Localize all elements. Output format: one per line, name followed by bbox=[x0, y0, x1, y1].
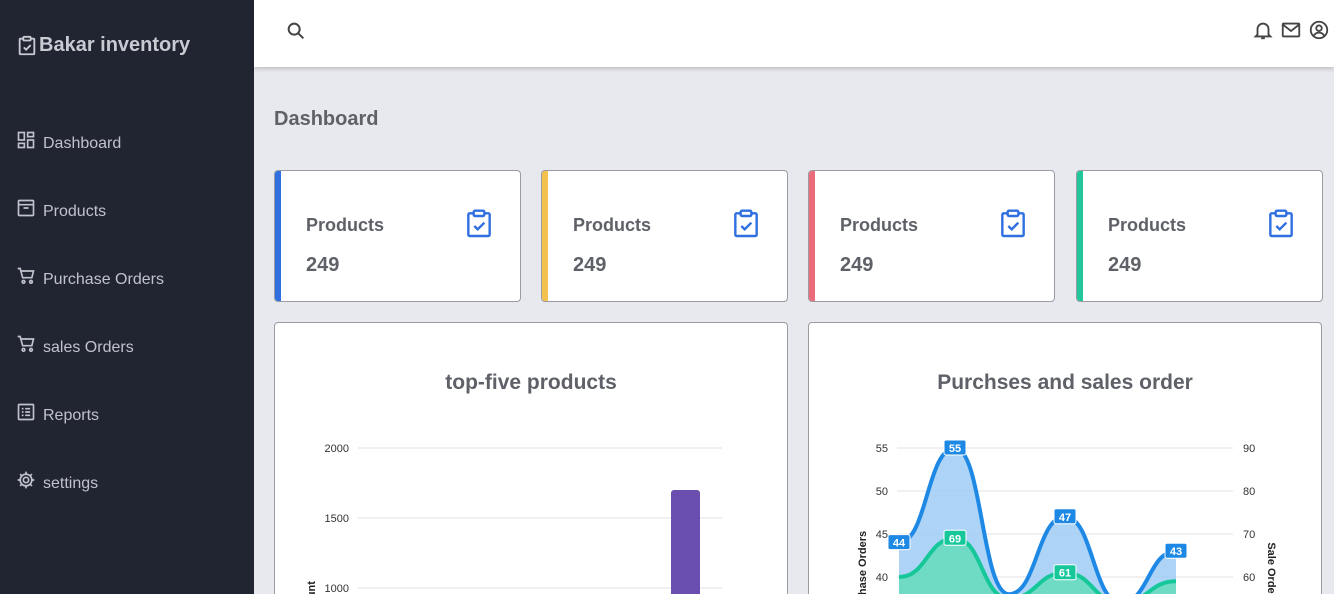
gear-icon bbox=[16, 470, 36, 490]
left-tick-label: 55 bbox=[876, 443, 888, 455]
card-value: 249 bbox=[306, 254, 340, 276]
sidebar-item-label: Dashboard bbox=[43, 135, 122, 152]
left-tick-label: 45 bbox=[876, 529, 888, 541]
brand[interactable]: Bakar inventory bbox=[16, 34, 190, 57]
card-accent bbox=[809, 171, 815, 301]
sidebar-item-dashboard[interactable]: Dashboard bbox=[16, 131, 122, 154]
page-title: Dashboard bbox=[274, 108, 379, 130]
top-bar bbox=[254, 0, 1334, 67]
card-title: Products bbox=[840, 215, 919, 235]
y-tick-label: 1000 bbox=[325, 583, 349, 594]
card-title: Products bbox=[306, 215, 385, 235]
report-icon bbox=[16, 402, 36, 422]
sidebar-item-label: Purchase Orders bbox=[43, 271, 164, 288]
clipboard-check-icon bbox=[997, 208, 1029, 240]
sidebar-item-label: Reports bbox=[43, 407, 100, 424]
left-axis-label: hase Orders bbox=[857, 531, 869, 594]
stat-card[interactable]: Products 249 bbox=[274, 170, 521, 302]
sidebar-item-reports[interactable]: Reports bbox=[16, 403, 100, 426]
data-label: 55 bbox=[949, 443, 961, 455]
clipboard-check-icon bbox=[463, 208, 495, 240]
purchases-sales-chart: 55 90 50 80 45 70 40 60 hase Orders Sale Orde 44 55… bbox=[857, 439, 1277, 594]
sidebar-item-label: sales Orders bbox=[43, 339, 134, 356]
dashboard-icon bbox=[16, 130, 36, 150]
clipboard-check-icon bbox=[1265, 208, 1297, 240]
card-title: Products bbox=[1108, 215, 1187, 235]
clipboard-check-icon bbox=[730, 208, 762, 240]
cart-icon bbox=[16, 266, 36, 286]
stat-card[interactable]: Products 249 bbox=[1076, 170, 1323, 302]
cart-icon bbox=[16, 334, 36, 354]
app-name: Bakar inventory bbox=[39, 34, 191, 56]
data-label: 44 bbox=[893, 538, 906, 550]
top-icons bbox=[1252, 19, 1330, 41]
sidebar-item-settings[interactable]: settings bbox=[16, 471, 99, 494]
data-label: 61 bbox=[1059, 568, 1071, 580]
card-accent bbox=[275, 171, 281, 301]
card-value: 249 bbox=[1108, 254, 1142, 276]
right-tick-label: 70 bbox=[1243, 529, 1255, 541]
sidebar-item-purchase-orders[interactable]: Purchase Orders bbox=[16, 267, 164, 290]
search-icon[interactable] bbox=[285, 20, 307, 42]
sidebar-item-sales-orders[interactable]: sales Orders bbox=[16, 335, 134, 358]
top-five-products-panel: top-five products 2000 1500 1000 ount bbox=[274, 322, 788, 594]
bell-icon[interactable] bbox=[1252, 19, 1274, 41]
card-title: Products bbox=[573, 215, 652, 235]
y-tick-label: 1500 bbox=[325, 513, 349, 525]
sidebar-item-label: settings bbox=[43, 475, 99, 492]
right-tick-label: 90 bbox=[1243, 443, 1255, 455]
card-value: 249 bbox=[573, 254, 607, 276]
top-five-products-chart: 2000 1500 1000 ount bbox=[306, 443, 722, 594]
y-tick-label: 2000 bbox=[325, 443, 349, 455]
bar bbox=[671, 490, 700, 594]
sidebar: Bakar inventory Dashboard Products Purch… bbox=[0, 0, 254, 594]
stat-card[interactable]: Products 249 bbox=[541, 170, 788, 302]
data-label: 43 bbox=[1170, 546, 1182, 558]
right-axis-label: Sale Orde bbox=[1265, 542, 1277, 593]
archive-icon bbox=[16, 198, 36, 218]
data-label: 69 bbox=[949, 533, 961, 545]
right-tick-label: 60 bbox=[1243, 572, 1255, 584]
left-tick-label: 40 bbox=[876, 572, 888, 584]
stat-card[interactable]: Products 249 bbox=[808, 170, 1055, 302]
card-accent bbox=[1077, 171, 1083, 301]
sidebar-item-label: Products bbox=[43, 203, 107, 220]
mail-icon[interactable] bbox=[1280, 19, 1302, 41]
sidebar-item-products[interactable]: Products bbox=[16, 199, 107, 222]
data-label: 47 bbox=[1059, 512, 1071, 524]
y-axis-label: ount bbox=[306, 581, 318, 594]
card-accent bbox=[542, 171, 548, 301]
left-tick-label: 50 bbox=[876, 486, 888, 498]
clipboard-check-icon bbox=[16, 35, 38, 57]
purchases-sales-panel: Purchses and sales order 55 90 50 80 45 70 40 6… bbox=[808, 322, 1322, 594]
card-value: 249 bbox=[840, 254, 874, 276]
right-tick-label: 80 bbox=[1243, 486, 1255, 498]
account-icon[interactable] bbox=[1308, 19, 1330, 41]
